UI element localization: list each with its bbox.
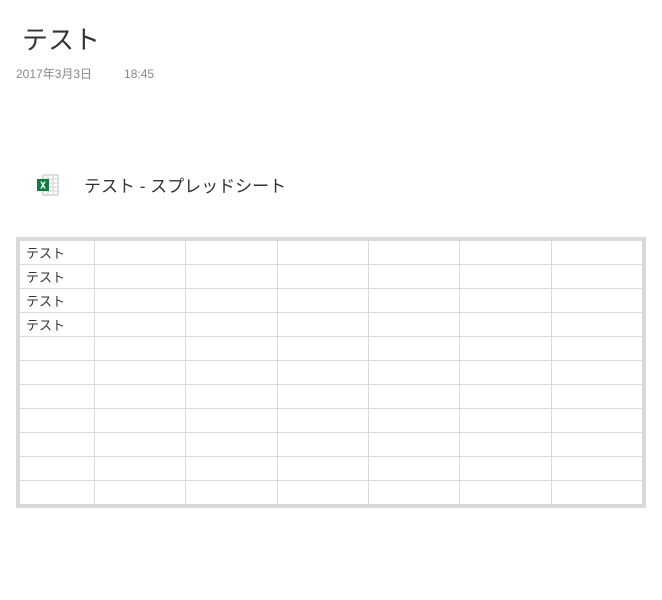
- excel-icon: [36, 173, 60, 197]
- table-cell: テスト: [20, 265, 95, 289]
- table-cell: [95, 409, 186, 433]
- table-cell: [186, 313, 277, 337]
- table-cell: [460, 265, 551, 289]
- attachment-row[interactable]: テスト - スプレッドシート: [0, 172, 662, 197]
- table-cell: [277, 433, 368, 457]
- table-cell: [186, 337, 277, 361]
- table-row: [20, 457, 643, 481]
- table-cell: [551, 385, 642, 409]
- page-title: テスト: [0, 0, 662, 65]
- page-meta: 2017年3月3日 18:45: [0, 65, 662, 82]
- table-row: [20, 481, 643, 505]
- table-cell: [277, 313, 368, 337]
- table-cell: [277, 457, 368, 481]
- page-time: 18:45: [124, 67, 154, 81]
- table-row: テスト: [20, 289, 643, 313]
- table-cell: [186, 241, 277, 265]
- table-cell: [368, 337, 459, 361]
- table-cell: [368, 265, 459, 289]
- table-row: [20, 433, 643, 457]
- table-cell: [277, 409, 368, 433]
- table-cell: [95, 457, 186, 481]
- table-cell: [368, 409, 459, 433]
- table-cell: テスト: [20, 313, 95, 337]
- table-cell: [277, 265, 368, 289]
- table-cell: テスト: [20, 241, 95, 265]
- table-cell: [277, 385, 368, 409]
- table-cell: [460, 481, 551, 505]
- table-cell: [551, 433, 642, 457]
- table-row: テスト: [20, 265, 643, 289]
- table-cell: [460, 289, 551, 313]
- table-cell: [460, 409, 551, 433]
- table-cell: [95, 289, 186, 313]
- table-row: テスト: [20, 313, 643, 337]
- table-cell: [368, 289, 459, 313]
- table-cell: [368, 481, 459, 505]
- table-cell: [368, 313, 459, 337]
- table-cell: [95, 385, 186, 409]
- table-cell: [95, 265, 186, 289]
- table-cell: [551, 265, 642, 289]
- table-cell: [186, 433, 277, 457]
- table-cell: [460, 361, 551, 385]
- table-cell: [186, 289, 277, 313]
- table-cell: [20, 361, 95, 385]
- table-cell: [551, 481, 642, 505]
- table-cell: [277, 481, 368, 505]
- table-cell: [368, 457, 459, 481]
- table-cell: [20, 457, 95, 481]
- table-cell: [460, 313, 551, 337]
- page-date: 2017年3月3日: [16, 65, 92, 82]
- table-cell: [551, 361, 642, 385]
- table-cell: [186, 385, 277, 409]
- table-cell: [186, 361, 277, 385]
- table-cell: [186, 481, 277, 505]
- table-cell: [460, 337, 551, 361]
- attachment-label: テスト - スプレッドシート: [84, 172, 286, 197]
- spreadsheet-table: テストテストテストテスト: [19, 240, 643, 505]
- table-cell: [95, 481, 186, 505]
- table-row: [20, 337, 643, 361]
- table-cell: [277, 241, 368, 265]
- table-cell: [277, 337, 368, 361]
- table-cell: [95, 313, 186, 337]
- table-cell: [95, 361, 186, 385]
- table-cell: [551, 337, 642, 361]
- table-cell: [186, 457, 277, 481]
- table-cell: [460, 241, 551, 265]
- table-cell: [20, 337, 95, 361]
- table-row: [20, 361, 643, 385]
- table-cell: [95, 337, 186, 361]
- spreadsheet-preview: テストテストテストテスト: [16, 237, 646, 508]
- table-cell: [460, 385, 551, 409]
- table-cell: [460, 433, 551, 457]
- table-cell: [368, 241, 459, 265]
- table-cell: [186, 265, 277, 289]
- table-cell: [20, 385, 95, 409]
- table-cell: [277, 289, 368, 313]
- table-cell: [186, 409, 277, 433]
- table-row: [20, 409, 643, 433]
- table-cell: [551, 313, 642, 337]
- table-cell: [368, 433, 459, 457]
- table-cell: [368, 385, 459, 409]
- table-cell: [20, 409, 95, 433]
- table-cell: [551, 289, 642, 313]
- table-cell: [551, 409, 642, 433]
- table-cell: [460, 457, 551, 481]
- table-row: [20, 385, 643, 409]
- table-cell: [20, 481, 95, 505]
- table-cell: [277, 361, 368, 385]
- table-cell: [368, 361, 459, 385]
- table-cell: [551, 457, 642, 481]
- table-cell: [95, 433, 186, 457]
- table-cell: [20, 433, 95, 457]
- table-cell: [551, 241, 642, 265]
- table-row: テスト: [20, 241, 643, 265]
- table-cell: テスト: [20, 289, 95, 313]
- table-cell: [95, 241, 186, 265]
